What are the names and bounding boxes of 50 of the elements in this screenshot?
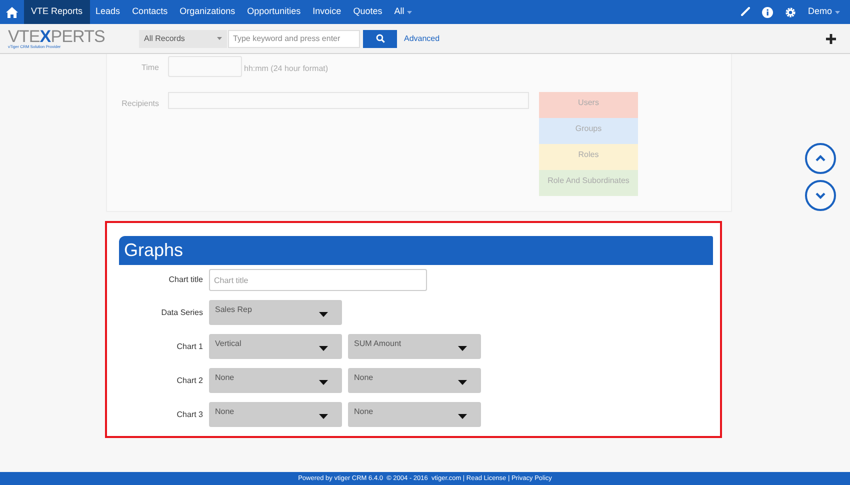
select-field[interactable]: None [348, 368, 481, 393]
caret-icon [319, 346, 328, 351]
search-field[interactable]: Type keyword and press enter [228, 30, 360, 48]
caret-icon [835, 10, 840, 14]
filter-select[interactable]: All Records [139, 30, 227, 48]
field-label: Data Series [160, 306, 203, 318]
brush-icon[interactable] [740, 7, 750, 17]
graphs-header: Graphs [119, 236, 713, 265]
select-field[interactable]: Vertical [209, 334, 342, 359]
advanced-link[interactable]: Advanced [404, 32, 440, 44]
field-label: Chart 3 [176, 408, 203, 420]
caret-icon [217, 37, 222, 40]
info-icon[interactable] [762, 6, 773, 18]
field-label: Chart 2 [176, 374, 203, 386]
chart-title-label: Chart title [168, 274, 203, 286]
search-button[interactable] [363, 30, 397, 48]
nav-tab[interactable]: Leads [90, 0, 126, 24]
caret-icon [458, 380, 467, 385]
caret-icon [458, 414, 467, 419]
nav-tab[interactable]: Organizations [174, 0, 242, 24]
caret-icon [407, 10, 412, 14]
chevron-up-icon [815, 155, 826, 162]
select-field[interactable]: None [348, 402, 481, 427]
select-field[interactable]: None [209, 368, 342, 393]
nav-tab[interactable]: Invoice [306, 0, 348, 24]
add-icon[interactable] [826, 34, 836, 44]
nav-tab[interactable]: Contacts [126, 0, 174, 24]
time-hint: hh:mm (24 hour format) [244, 63, 328, 75]
scroll-up-button[interactable] [805, 143, 836, 174]
caret-icon [458, 346, 467, 351]
user-menu[interactable]: Demo [808, 5, 840, 19]
nav-tab[interactable]: VTE Reports [24, 0, 90, 24]
chevron-down-icon [815, 192, 826, 199]
caret-icon [319, 312, 328, 317]
recipients-label: Recipients [120, 98, 159, 110]
field-label: Chart 1 [176, 340, 203, 352]
search-icon [376, 34, 384, 43]
home-icon[interactable] [6, 6, 18, 18]
caret-icon [319, 414, 328, 419]
select-field[interactable]: None [209, 402, 342, 427]
time-label: Time [140, 62, 159, 74]
scroll-down-button[interactable] [805, 180, 836, 211]
select-field[interactable]: SUM Amount [348, 334, 481, 359]
settings-icon[interactable] [784, 6, 796, 18]
nav-tab[interactable]: Quotes [347, 0, 388, 24]
select-field[interactable]: Sales Rep [209, 300, 342, 325]
nav-tab[interactable]: Opportunities [241, 0, 307, 24]
chart-title-field[interactable]: Chart title [209, 269, 427, 291]
nav-tab[interactable]: All [388, 0, 418, 24]
caret-icon [319, 380, 328, 385]
